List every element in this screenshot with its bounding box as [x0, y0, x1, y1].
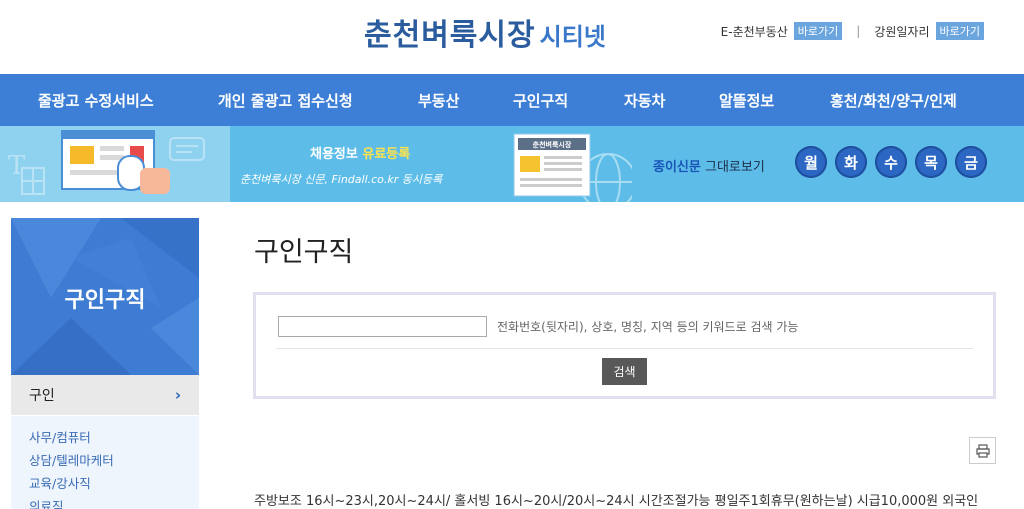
- search-button[interactable]: 검색: [602, 358, 647, 385]
- nav-item-ad-edit[interactable]: 줄광고 수정서비스: [38, 90, 154, 111]
- paper-view-link[interactable]: 종이신문 그대로보기: [653, 156, 765, 175]
- nav-item-jobs[interactable]: 구인구직: [513, 90, 568, 111]
- print-icon: [975, 443, 990, 458]
- sidebar-subitem-education[interactable]: 교육/강사직: [29, 472, 199, 495]
- logo-main-text: 춘천벼룩시장: [364, 18, 536, 53]
- weekday-buttons: 월 화 수 목 금: [795, 146, 987, 178]
- sidebar-submenu: 사무/컴퓨터 상담/텔레마케터 교육/강사직 의료직: [11, 416, 199, 509]
- nav-item-cars[interactable]: 자동차: [624, 90, 665, 111]
- divider: |: [856, 24, 861, 38]
- promo-highlight: 유료등록: [362, 147, 411, 162]
- svg-text:T: T: [8, 151, 26, 181]
- sidebar-subitem-medical[interactable]: 의료직: [29, 495, 199, 509]
- sidebar-item-label: 구인: [29, 388, 55, 404]
- sidebar-title: 구인구직: [64, 288, 146, 313]
- day-button-tue[interactable]: 화: [835, 146, 867, 178]
- page-title: 구인구직: [254, 237, 354, 268]
- nav-item-realty[interactable]: 부동산: [418, 90, 459, 111]
- paper-label: 춘천벼룩시장: [533, 140, 572, 149]
- job-listing-text[interactable]: 주방보조 16시~23시,20시~24시/ 홀서빙 16시~20시/20시~24…: [254, 490, 1024, 509]
- nav-item-bargains[interactable]: 알뜰정보: [719, 90, 774, 111]
- day-button-wed[interactable]: 수: [875, 146, 907, 178]
- paper-text-blue: 종이신문: [653, 160, 701, 175]
- search-hint: 전화번호(뒷자리), 상호, 명칭, 지역 등의 키워드로 검색 가능: [497, 320, 799, 334]
- day-button-mon[interactable]: 월: [795, 146, 827, 178]
- print-button[interactable]: [969, 437, 996, 464]
- sidebar-subitem-office[interactable]: 사무/컴퓨터: [29, 426, 199, 449]
- nav-item-personal-ad[interactable]: 개인 줄광고 접수신청: [218, 90, 353, 111]
- sidebar-subitem-consult[interactable]: 상담/텔레마케터: [29, 449, 199, 472]
- logo-sub-text: 시티넷: [539, 23, 606, 51]
- gangwon-jobs-link[interactable]: 강원일자리: [874, 23, 929, 40]
- promo-subtext: 춘천벼룩시장 신문, Findall.co.kr 동시등록: [240, 173, 443, 186]
- site-logo[interactable]: 춘천벼룩시장 시티넷: [364, 10, 606, 54]
- gangwon-jobs-go-button[interactable]: 바로가기: [935, 22, 984, 40]
- sidebar-header: 구인구직: [11, 218, 199, 375]
- top-links: E-춘천부동산 바로가기 | 강원일자리 바로가기: [721, 22, 984, 40]
- nav-item-regions[interactable]: 홍천/화천/양구/인제: [830, 90, 957, 111]
- divider: [276, 348, 973, 349]
- chevron-right-icon: ›: [174, 386, 181, 404]
- day-button-fri[interactable]: 금: [955, 146, 987, 178]
- e-chuncheon-realty-link[interactable]: E-춘천부동산: [721, 23, 788, 40]
- computer-illustration: T: [0, 126, 230, 202]
- paper-text-rest: 그대로보기: [704, 160, 765, 175]
- promo-banner: T 채용정보 유료등록 춘천벼룩시장 신문, Findall.co.kr 동시등…: [0, 126, 1024, 202]
- main-nav: 줄광고 수정서비스 개인 줄광고 접수신청 부동산 구인구직 자동차 알뜰정보 …: [0, 74, 1024, 126]
- site-header: 춘천벼룩시장 시티넷 E-춘천부동산 바로가기 | 강원일자리 바로가기: [0, 0, 1024, 74]
- sidebar-item-hiring[interactable]: 구인 ›: [11, 375, 199, 415]
- e-chuncheon-realty-go-button[interactable]: 바로가기: [793, 22, 843, 40]
- promo-headline[interactable]: 채용정보 유료등록: [310, 143, 410, 162]
- search-panel: 전화번호(뒷자리), 상호, 명칭, 지역 등의 키워드로 검색 가능 검색: [253, 292, 996, 399]
- day-button-thu[interactable]: 목: [915, 146, 947, 178]
- promo-prefix: 채용정보: [310, 147, 358, 162]
- search-input[interactable]: [278, 316, 487, 337]
- newspaper-illustration[interactable]: 춘천벼룩시장: [512, 132, 632, 202]
